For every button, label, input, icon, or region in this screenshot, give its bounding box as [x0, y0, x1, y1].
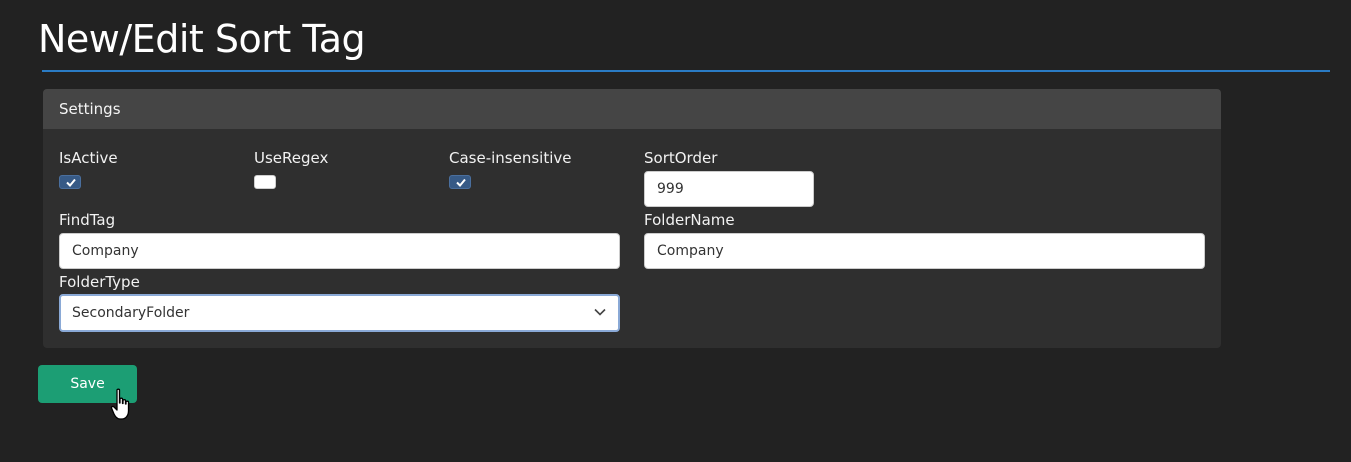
- find-tag-input[interactable]: [59, 233, 620, 269]
- sort-order-input[interactable]: [644, 171, 814, 207]
- is-active-label: IsActive: [59, 149, 118, 167]
- case-insensitive-label: Case-insensitive: [449, 149, 572, 167]
- chevron-down-icon: [594, 308, 606, 316]
- folder-type-label: FolderType: [59, 273, 140, 291]
- folder-name-label: FolderName: [644, 211, 735, 229]
- checkmark-icon: [66, 178, 76, 187]
- checkmark-icon: [456, 178, 466, 187]
- use-regex-label: UseRegex: [254, 149, 329, 167]
- settings-card: Settings IsActive UseRegex Case-insensit…: [43, 89, 1221, 348]
- sort-order-label: SortOrder: [644, 149, 718, 167]
- find-tag-label: FindTag: [59, 211, 116, 229]
- case-insensitive-checkbox[interactable]: [449, 175, 471, 189]
- folder-name-input[interactable]: [644, 233, 1205, 269]
- folder-type-selected-value: SecondaryFolder: [72, 305, 190, 321]
- title-divider: [42, 70, 1330, 72]
- use-regex-checkbox[interactable]: [254, 175, 276, 189]
- is-active-checkbox[interactable]: [59, 175, 81, 189]
- settings-header-label: Settings: [59, 100, 121, 118]
- page-title: New/Edit Sort Tag: [38, 17, 366, 61]
- settings-card-header: Settings: [43, 89, 1221, 129]
- folder-type-select[interactable]: SecondaryFolder: [59, 294, 620, 332]
- hand-pointer-cursor-icon: [110, 388, 130, 420]
